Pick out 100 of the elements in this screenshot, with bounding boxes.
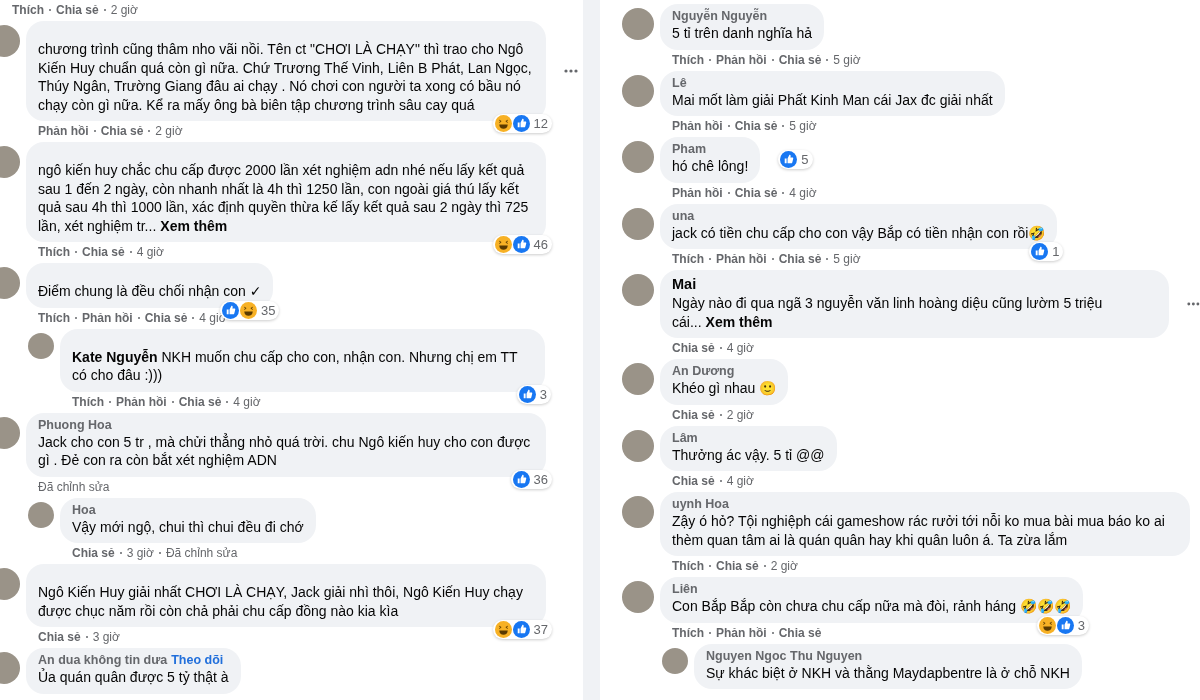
like-icon [512,236,530,253]
comment-action-link[interactable]: Chia sẻ [72,546,115,560]
comment-action-link[interactable]: Phản hồi [716,52,767,67]
comment-action-link[interactable]: Thích [672,52,704,67]
reaction-summary[interactable]: 3 [1036,615,1089,635]
comment-action-link[interactable]: Chia sẻ [734,119,778,133]
comment-action-link[interactable]: Thích [12,3,44,17]
comment-time[interactable]: 4 giờ [233,394,261,409]
reaction-summary[interactable]: 1 [1029,242,1064,261]
comment-action-link[interactable]: Thích [38,245,70,259]
avatar[interactable] [28,332,54,359]
comment-time[interactable]: 4 giờ [726,341,754,355]
comment-time[interactable]: 5 giờ [833,52,861,67]
comment-text: Ủa quán quân được 5 tỷ thật à [38,668,229,687]
comment-time[interactable]: 2 giờ [726,407,754,422]
comment-action-link[interactable]: Phản hồi [672,185,723,200]
like-icon [512,621,530,638]
edited-label: Đã chỉnh sửa [165,546,238,560]
comment-text: Ngày nào đi qua ngã 3 nguyễn văn linh hoàng diệu cũng lườm 5 triệu cái... Xem thêm [672,294,1104,331]
comment-action-link[interactable]: Thích [72,394,104,409]
comment-action-link[interactable]: Chia sẻ [716,559,759,573]
comment-action-link[interactable]: Thích [672,252,704,266]
reaction-summary[interactable]: 37 [492,620,552,639]
comment-text: hó chê lông! [672,157,749,176]
commenter-name[interactable]: una [672,208,695,224]
comment-action-link[interactable]: Thích [672,625,704,640]
comment-time[interactable]: 5 giờ [789,119,817,133]
comment-action-link[interactable]: Chia sẻ [178,394,222,409]
commenter-name[interactable]: An dua không tin dưa [38,653,168,668]
comment-action-link[interactable]: Phản hồi [38,124,89,138]
commenter-name[interactable]: uynh Hoa [672,497,729,512]
commenter-name[interactable]: Nguyễn Nguyễn [672,9,768,24]
comment-action-link[interactable]: Chia sẻ [778,625,822,640]
more-options-icon[interactable] [564,69,578,73]
comment-time[interactable]: 5 giờ [833,252,861,266]
comment-action-link[interactable]: Chia sẻ [100,124,144,138]
comment-action-link[interactable]: Phản hồi [716,625,767,640]
comment-text: Jack cho con 5 tr , mà chửi thẳng nhỏ quá trời. chu Ngô kiến huy cho con được gì . Đẻ con ra còn bắt xét nghiệm ADN [38,432,532,470]
avatar[interactable] [622,363,654,395]
reaction-summary[interactable]: 12 [492,114,552,133]
commenter-name[interactable]: Lê [672,75,687,91]
commenter-name[interactable]: Nguyen Ngoc Thu Nguyen [706,648,863,664]
reaction-summary[interactable]: 36 [510,469,552,489]
avatar[interactable] [622,429,654,462]
edited-label: Đã chỉnh sửa [38,479,110,494]
reaction-summary[interactable]: 5 [778,150,813,170]
laughing-face-icon [494,621,512,638]
comment-text: Điểm chung là đều chối nhận con ✓ [38,282,262,301]
comment-time[interactable]: 2 giờ [770,559,798,573]
more-options-icon[interactable] [1187,302,1200,306]
comment-text: Mai mốt làm giải Phất Kinh Man cái Jax đc giải nhất [672,90,993,109]
commenter-name[interactable]: Phuong Hoa [38,417,112,433]
comment-text: ngô kiến huy chắc chu cấp được 2000 lần xét nghiệm adn nhé nếu lấy kết quả sau 1 đến 2 ngày, còn nhanh nhất là 4h thì 1250 lần, con ngoài giá thú lấy kết quả sau 4h thì 1000 lần, xác định quyền thừa kế lấy kết quả sau 2 ngày thì 725 lần, xét nghiệm tr... Xem thêm [38,161,530,235]
comment-action-link[interactable]: Chia sẻ [144,310,188,325]
comment-action-link[interactable]: Chia sẻ [56,3,99,17]
comment-action-link[interactable]: Thích [672,559,704,573]
commenter-name[interactable]: Pham [672,142,707,157]
commenter-name[interactable]: Lâm [672,430,698,446]
comment-time[interactable]: 3 giờ [126,546,154,560]
comment-action-link[interactable]: Phản hồi [716,252,767,266]
comment-action-link[interactable]: Thích [38,310,70,325]
commenter-name[interactable]: Hoa [72,502,96,518]
comment-text: jack có tiền chu cấp cho con vậy Bắp có tiền nhận con rồi🤣 [672,223,1046,242]
laughing-face-icon [239,301,257,319]
reaction-summary[interactable]: 3 [516,384,551,404]
comment-time[interactable]: 2 giờ [155,124,183,138]
comment-time[interactable]: 4 giờ [789,185,817,200]
avatar[interactable] [622,274,654,306]
comment-text: 5 tỉ trên danh nghĩa hả [672,24,813,43]
comment-action-link[interactable]: Chia sẻ [672,407,715,422]
avatar[interactable] [28,501,54,528]
comment-action-link[interactable]: Phản hồi [116,394,167,409]
avatar[interactable] [622,74,654,107]
reaction-summary[interactable]: 46 [492,235,552,254]
comment-action-link[interactable]: Chia sẻ [778,52,822,67]
commenter-name[interactable]: Liên [672,582,698,597]
comment-time[interactable]: 4 giờ [136,245,164,259]
comment-time[interactable]: 2 giờ [110,3,138,17]
see-more-link[interactable]: Xem thêm [705,313,773,330]
comment-action-link[interactable]: Chia sẻ [778,252,822,266]
comment-action-link[interactable]: Chia sẻ [82,245,125,259]
comment-action-link[interactable]: Chia sẻ [38,630,81,644]
avatar[interactable] [622,207,654,240]
avatar[interactable] [622,8,654,40]
avatar[interactable] [622,141,654,173]
avatar[interactable] [622,496,654,528]
comment-action-link[interactable]: Chia sẻ [734,185,778,200]
see-more-link[interactable]: Xem thêm [160,217,228,234]
comment-time[interactable]: 3 giờ [92,630,120,644]
comment-action-link[interactable]: Phản hồi [672,119,723,133]
comment-action-link[interactable]: Phản hồi [82,310,133,325]
comment-time[interactable]: 4 giờ [726,474,754,488]
laughing-face-icon [1038,616,1056,634]
avatar[interactable] [662,647,688,674]
tagged-name[interactable]: Mai [672,275,1158,294]
avatar[interactable] [622,581,654,613]
comment-action-link[interactable]: Chia sẻ [672,341,715,355]
follow-link[interactable]: Theo dõi [171,653,224,668]
comment-action-link[interactable]: Chia sẻ [672,474,715,488]
commenter-name[interactable]: An Dương [672,364,735,379]
